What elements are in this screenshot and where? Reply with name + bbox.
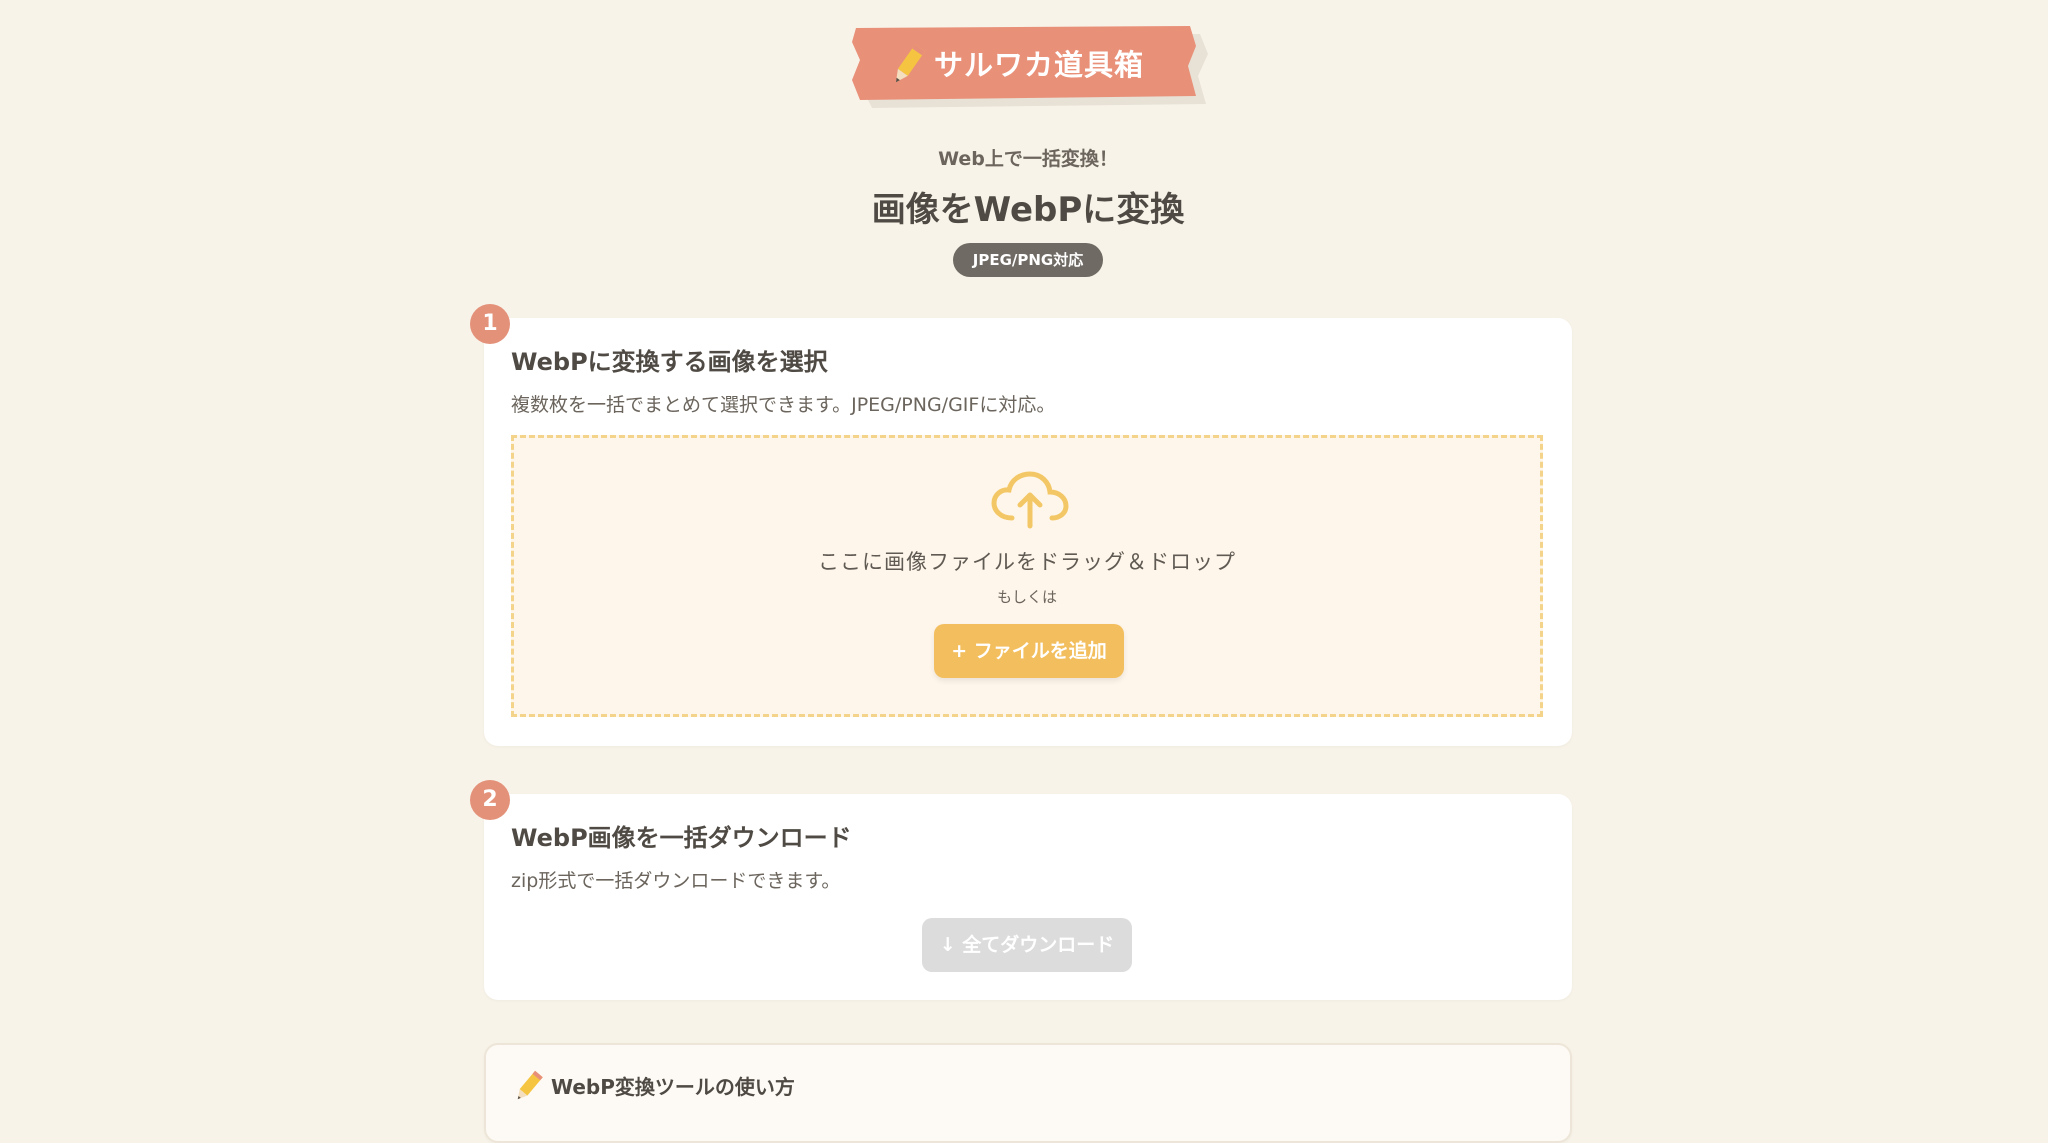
logo-text: サルワカ道具箱 bbox=[934, 48, 1145, 82]
cloud-upload-icon bbox=[991, 471, 1069, 529]
dropzone-text: ここに画像ファイルをドラッグ＆ドロップ bbox=[818, 550, 1236, 574]
step1-description: 複数枚を一括でまとめて選択できます。JPEG/PNG/GIFに対応。 bbox=[511, 394, 1056, 416]
howto-card: WebP変換ツールの使い方 bbox=[484, 1043, 1572, 1143]
step2-description: zip形式で一括ダウンロードできます。 bbox=[511, 870, 841, 892]
page-title: 画像をWebPに変換 bbox=[871, 190, 1185, 230]
step1-title: WebPに変換する画像を選択 bbox=[511, 348, 828, 376]
site-logo[interactable]: サルワカ道具箱 bbox=[852, 24, 1212, 108]
download-all-button[interactable]: ↓ 全てダウンロード bbox=[922, 918, 1132, 972]
page-subtitle: Web上で一括変換！ bbox=[938, 148, 1118, 170]
file-dropzone[interactable]: ここに画像ファイルをドラッグ＆ドロップ もしくは + ファイルを追加 bbox=[511, 435, 1543, 717]
howto-title: WebP変換ツールの使い方 bbox=[551, 1075, 795, 1099]
add-file-button[interactable]: + ファイルを追加 bbox=[934, 624, 1124, 678]
step1-card: WebPに変換する画像を選択 複数枚を一括でまとめて選択できます。JPEG/PN… bbox=[484, 318, 1572, 746]
dropzone-or-text: もしくは bbox=[996, 588, 1057, 606]
step2-card: WebP画像を一括ダウンロード zip形式で一括ダウンロードできます。 ↓ 全て… bbox=[484, 794, 1572, 1000]
step2-number-badge: 2 bbox=[470, 780, 510, 820]
step2-title: WebP画像を一括ダウンロード bbox=[511, 824, 852, 852]
format-badge: JPEG/PNG対応 bbox=[953, 243, 1103, 277]
pencil-icon bbox=[895, 44, 925, 83]
step1-number-badge: 1 bbox=[470, 304, 510, 344]
pencil-icon bbox=[517, 1070, 543, 1100]
